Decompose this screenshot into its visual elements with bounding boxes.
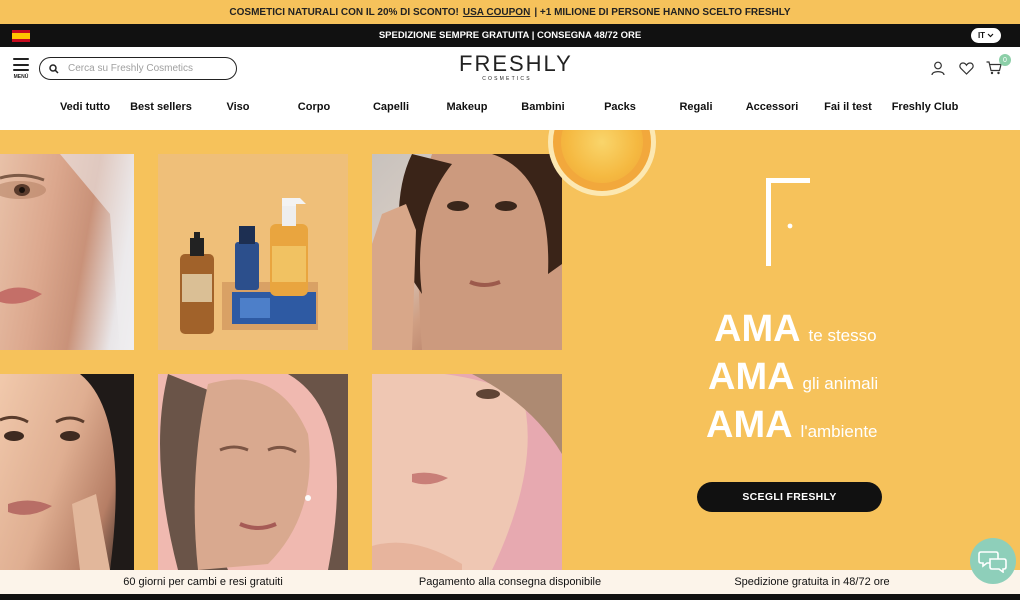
nav-item-freshly-club[interactable]: Freshly Club — [892, 101, 959, 113]
logo-word: FRESHLY — [459, 51, 573, 76]
slogan-small-3: l'ambiente — [800, 422, 878, 441]
menu-label: MENÚ — [13, 74, 29, 80]
hero-image-face-1 — [0, 154, 134, 350]
spain-flag-icon[interactable] — [12, 30, 30, 42]
chat-icon — [978, 551, 1007, 573]
cart-button[interactable]: 0 — [986, 54, 1011, 77]
search-bar[interactable] — [39, 57, 237, 80]
benefits-bar: 60 giorni per cambi e resi gratuiti Paga… — [0, 570, 1020, 594]
nav-item-packs[interactable]: Packs — [604, 101, 636, 113]
slogan-line-2: AMA gli animali — [708, 356, 926, 404]
shipping-bar: SPEDIZIONE SEMPRE GRATUITA | CONSEGNA 48… — [0, 24, 1020, 47]
heart-icon — [958, 61, 974, 75]
promo-text: COSMETICI NATURALI CON IL 20% DI SCONTO! — [229, 6, 459, 18]
header-icons: 0 — [930, 54, 1011, 77]
lemon-slice-image — [548, 130, 656, 196]
bottom-strip — [0, 594, 1020, 600]
hero-banner[interactable]: AMA te stesso AMA gli animali AMA l'ambi… — [0, 130, 1020, 570]
cta-button[interactable]: SCEGLI FRESHLY — [697, 482, 882, 512]
slogan-big-1: AMA — [714, 308, 801, 350]
hero-image-face-2 — [372, 154, 562, 350]
main-navigation: Vedi tutto Best sellers Viso Corpo Capel… — [0, 101, 1020, 123]
nav-item-fai-il-test[interactable]: Fai il test — [824, 101, 872, 113]
wishlist-button[interactable] — [958, 59, 974, 77]
nav-item-makeup[interactable]: Makeup — [447, 101, 488, 113]
freshly-f-logo-icon — [766, 178, 810, 266]
hero-image-face-3 — [0, 374, 134, 570]
promo-rest-text: | +1 MILIONE DI PERSONE HANNO SCELTO FRE… — [534, 6, 791, 18]
chat-button[interactable] — [970, 538, 1016, 584]
nav-item-best-sellers[interactable]: Best sellers — [130, 101, 192, 113]
search-input[interactable] — [68, 63, 218, 74]
search-icon[interactable] — [49, 63, 59, 74]
account-button[interactable] — [930, 59, 946, 77]
hero-image-products — [158, 154, 348, 350]
slogan-line-1: AMA te stesso — [714, 308, 926, 356]
hero-image-face-4 — [158, 374, 348, 570]
slogan-small-2: gli animali — [802, 374, 879, 393]
nav-item-accessori[interactable]: Accessori — [746, 101, 799, 113]
benefit-payment: Pagamento alla consegna disponibile — [418, 576, 602, 588]
nav-item-regali[interactable]: Regali — [679, 101, 712, 113]
slogan-small-1: te stesso — [808, 326, 877, 345]
language-label: IT — [977, 31, 986, 40]
site-header: MENÚ FRESHLY COSMETICS 0 Vedi tutto Best… — [0, 47, 1020, 130]
slogan-big-3: AMA — [706, 404, 793, 446]
hero-slogan: AMA te stesso AMA gli animali AMA l'ambi… — [706, 308, 926, 452]
freshly-logo[interactable]: FRESHLY COSMETICS — [459, 51, 573, 85]
slogan-big-2: AMA — [708, 356, 795, 398]
user-icon — [931, 61, 945, 75]
benefit-returns: 60 giorni per cambi e resi gratuiti — [123, 576, 283, 588]
menu-button[interactable]: MENÚ — [12, 58, 30, 82]
coupon-link[interactable]: USA COUPON — [463, 7, 530, 18]
slogan-line-3: AMA l'ambiente — [706, 404, 926, 452]
nav-item-corpo[interactable]: Corpo — [298, 101, 330, 113]
hero-image-face-5 — [372, 374, 562, 570]
nav-item-capelli[interactable]: Capelli — [373, 101, 409, 113]
chevron-down-icon — [987, 33, 994, 38]
nav-item-vedi-tutto[interactable]: Vedi tutto — [60, 101, 110, 113]
benefit-shipping: Spedizione gratuita in 48/72 ore — [734, 576, 890, 588]
nav-item-viso[interactable]: Viso — [226, 101, 249, 113]
logo-subtitle: COSMETICS — [482, 76, 532, 82]
language-selector[interactable]: IT — [971, 28, 1001, 43]
promo-bar: COSMETICI NATURALI CON IL 20% DI SCONTO!… — [0, 0, 1020, 24]
nav-item-bambini[interactable]: Bambini — [521, 101, 564, 113]
shipping-text: SPEDIZIONE SEMPRE GRATUITA | CONSEGNA 48… — [378, 30, 642, 41]
cart-count-badge: 0 — [999, 54, 1011, 66]
hamburger-icon — [13, 58, 29, 71]
